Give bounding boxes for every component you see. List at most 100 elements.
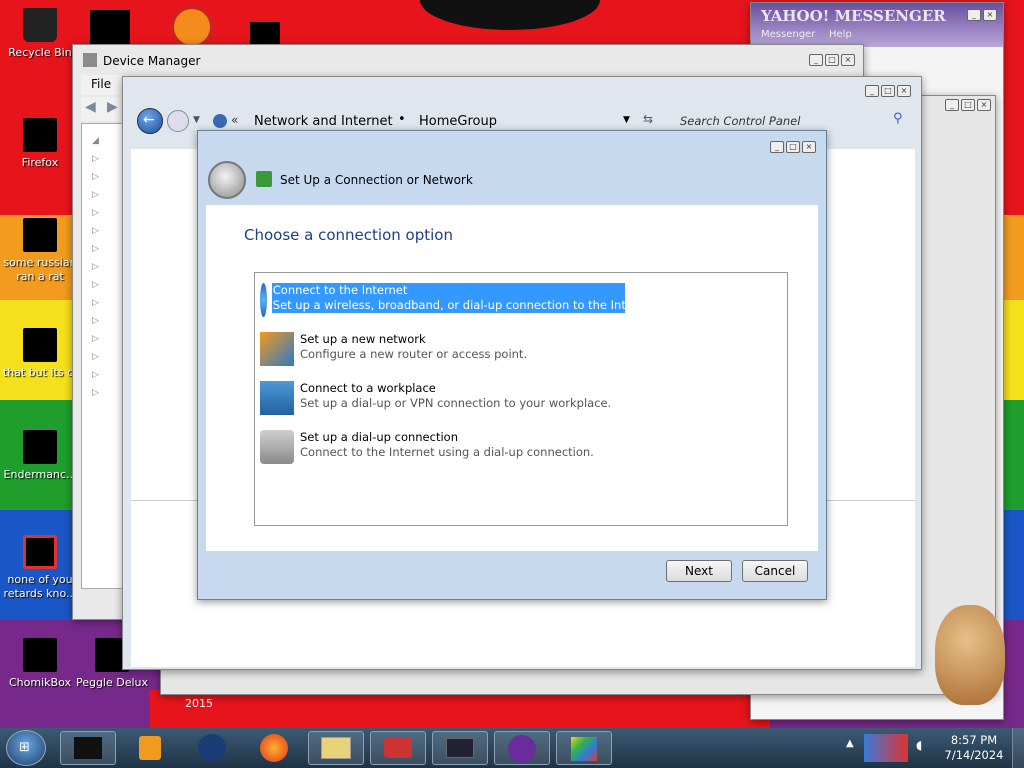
- option-new-network[interactable]: Set up a new network Configure a new rout…: [260, 332, 660, 372]
- icon-label: none of you retards kno...: [3, 573, 77, 600]
- app-icon: [74, 737, 102, 759]
- connection-option-list[interactable]: Connect to the Internet Set up a wireles…: [254, 272, 788, 526]
- yahoo-menu-help[interactable]: Help: [829, 29, 852, 40]
- yahoo-icon: [508, 735, 536, 763]
- bluestacks-icon: [571, 737, 597, 761]
- breadcrumb-homegroup[interactable]: HomeGroup: [419, 114, 497, 129]
- breadcrumb-separator-icon: •: [398, 112, 406, 127]
- globe-icon: [260, 283, 267, 317]
- taskbar-explorer[interactable]: [308, 731, 364, 765]
- minimize-button[interactable]: _: [945, 99, 959, 111]
- taskbar-firefox[interactable]: [246, 731, 302, 765]
- icon-label: Peggle Delux: [75, 676, 149, 689]
- monitor-icon: [446, 738, 474, 758]
- desktop-icon-blank[interactable]: [90, 10, 130, 44]
- none-of-you-desktop-icon[interactable]: none of you retards kno...: [0, 535, 80, 601]
- next-button[interactable]: Next: [666, 560, 732, 582]
- telephone-icon: [260, 430, 294, 464]
- clock[interactable]: 8:57 PM 7/14/2024: [938, 733, 1010, 763]
- back-arrow-icon[interactable]: ◀: [85, 99, 96, 115]
- refresh-icon[interactable]: ⇆: [643, 112, 653, 126]
- icon-label: Recycle Bin: [8, 46, 72, 59]
- yahoo-window-controls: _ ×: [967, 9, 997, 21]
- cancel-button[interactable]: Cancel: [742, 560, 808, 582]
- tree-expanders[interactable]: ◢ ▷ ▷ ▷ ▷ ▷ ▷ ▷ ▷ ▷ ▷ ▷ ▷ ▷ ▷: [92, 132, 99, 402]
- volume-icon[interactable]: ◖: [916, 738, 922, 752]
- recycle-bin-icon[interactable]: Recycle Bin: [0, 8, 80, 60]
- yahoo-title: YAHOO! MESSENGER: [761, 7, 946, 25]
- firefox-icon: [260, 734, 288, 762]
- wizard-body: Choose a connection option Connect to th…: [206, 205, 818, 551]
- window-controls: _ □ ×: [809, 54, 855, 66]
- close-button[interactable]: ×: [983, 9, 997, 21]
- option-description: Set up a wireless, broadband, or dial-up…: [272, 298, 660, 312]
- maximize-button[interactable]: □: [961, 99, 975, 111]
- maximize-button[interactable]: □: [786, 141, 800, 153]
- show-desktop-button[interactable]: [1012, 728, 1024, 768]
- icon-label: Firefox: [21, 156, 59, 169]
- year-text: 2015: [185, 697, 213, 710]
- russian-rat-desktop-icon[interactable]: some russian ran a rat: [0, 218, 80, 284]
- maximize-button[interactable]: □: [825, 54, 839, 66]
- back-button[interactable]: ←: [137, 108, 163, 134]
- taskbar-toolbox[interactable]: [370, 731, 426, 765]
- forward-arrow-icon[interactable]: ▶: [107, 99, 118, 115]
- address-dropdown-icon[interactable]: ▼: [623, 115, 630, 125]
- router-icon: [260, 332, 294, 366]
- icon-label: ChomikBox: [9, 676, 71, 689]
- back-arrow-icon: ←: [143, 112, 155, 128]
- device-manager-icon: [83, 53, 97, 67]
- minimize-button[interactable]: _: [770, 141, 784, 153]
- history-dropdown-icon[interactable]: ▼: [193, 115, 200, 125]
- start-button[interactable]: ⊞: [6, 730, 46, 766]
- search-icon[interactable]: ⚲: [893, 111, 903, 126]
- taskbar-app-1[interactable]: [60, 731, 116, 765]
- hamster-image: [935, 605, 1005, 705]
- option-workplace[interactable]: Connect to a workplace Set up a dial-up o…: [260, 381, 660, 421]
- option-description: Set up a dial-up or VPN connection to yo…: [300, 396, 612, 410]
- close-button[interactable]: ×: [977, 99, 991, 111]
- that-but-desktop-icon[interactable]: that but its c: [0, 328, 80, 380]
- close-button[interactable]: ×: [897, 85, 911, 97]
- wizard-heading: Choose a connection option: [244, 226, 453, 244]
- taskbar-device-manager[interactable]: [432, 731, 488, 765]
- option-connect-internet[interactable]: Connect to the Internet Set up a wireles…: [260, 283, 660, 323]
- chomikbox-desktop-icon[interactable]: ChomikBox: [0, 638, 80, 690]
- network-icon: [256, 171, 272, 187]
- media-icon: [139, 736, 161, 760]
- breadcrumb-overflow-icon[interactable]: «: [231, 113, 238, 127]
- option-title: Connect to the Internet: [272, 283, 408, 297]
- tray-app-icon[interactable]: [864, 734, 908, 762]
- search-input[interactable]: Search Control Panel: [680, 114, 800, 128]
- taskbar-yahoo[interactable]: [494, 731, 550, 765]
- taskbar: ⊞ ▲ ◖ 8:57 PM 7/14/2024: [0, 728, 1024, 768]
- clock-time: 8:57 PM: [950, 733, 998, 747]
- system-tray: ▲ ◖: [842, 734, 932, 762]
- taskbar-bluestacks[interactable]: [556, 731, 612, 765]
- close-button[interactable]: ×: [841, 54, 855, 66]
- tray-expand-icon[interactable]: ▲: [846, 738, 854, 749]
- firefox-desktop-icon[interactable]: Firefox: [0, 118, 80, 170]
- window-controls: _ □ ×: [945, 99, 991, 111]
- yahoo-menu-messenger[interactable]: Messenger: [761, 29, 815, 40]
- folder-icon: [321, 737, 351, 759]
- clock-date: 7/14/2024: [944, 748, 1004, 762]
- forward-button[interactable]: [167, 110, 189, 132]
- icon-label: that but its c: [2, 366, 74, 379]
- desktop-icon-orange[interactable]: [170, 5, 214, 49]
- menu-file[interactable]: File: [91, 77, 111, 91]
- breadcrumb-network-and-internet[interactable]: Network and Internet: [254, 114, 393, 129]
- device-manager-title: Device Manager: [103, 54, 201, 68]
- taskbar-globe[interactable]: [184, 731, 240, 765]
- setup-connection-dialog[interactable]: _ □ × Set Up a Connection or Network Choos…: [197, 130, 827, 600]
- option-dialup[interactable]: Set up a dial-up connection Connect to th…: [260, 430, 660, 470]
- minimize-button[interactable]: _: [809, 54, 823, 66]
- close-button[interactable]: ×: [802, 141, 816, 153]
- endermanch-desktop-icon[interactable]: Endermanc...: [0, 430, 80, 482]
- minimize-button[interactable]: _: [865, 85, 879, 97]
- taskbar-media-player[interactable]: [122, 731, 178, 765]
- minimize-button[interactable]: _: [967, 9, 981, 21]
- wizard-back-button[interactable]: [208, 161, 246, 199]
- maximize-button[interactable]: □: [881, 85, 895, 97]
- wallpaper-bottom: [150, 690, 770, 730]
